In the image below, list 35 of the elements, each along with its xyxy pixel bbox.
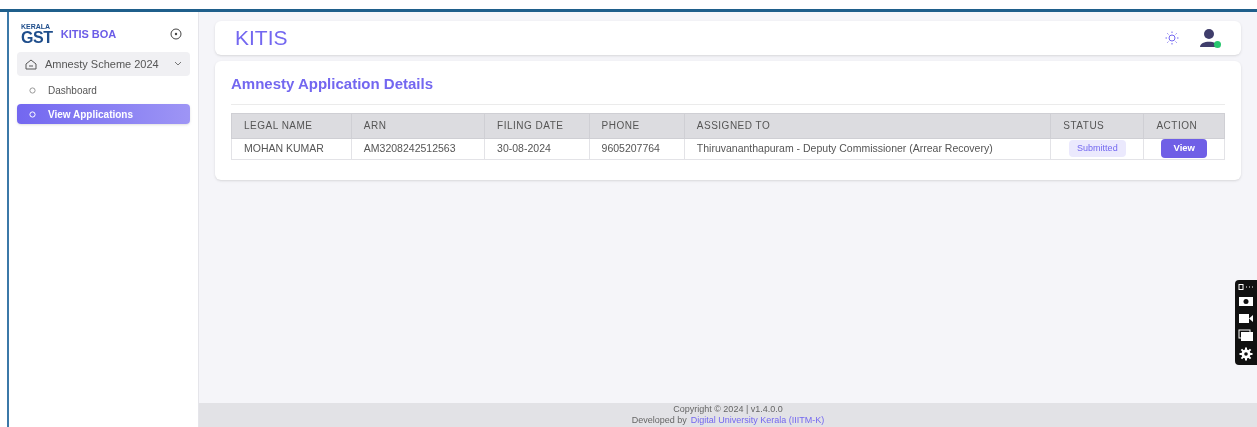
column-header: ACTION: [1143, 113, 1225, 138]
nav-item[interactable]: View Applications: [17, 104, 190, 124]
developed-by-text: Developed by: [631, 415, 687, 426]
settings-icon[interactable]: [1239, 347, 1253, 361]
circle-icon: [29, 86, 36, 94]
column-header: PHONE: [589, 113, 685, 138]
view-button[interactable]: View: [1161, 139, 1207, 158]
pin-icon[interactable]: [1238, 284, 1254, 290]
table-cell: 9605207764: [601, 141, 660, 154]
table-cell: MOHAN KUMAR: [244, 141, 324, 154]
windows-icon[interactable]: [1238, 329, 1254, 342]
status-badge: Submitted: [1069, 139, 1126, 158]
menu-group[interactable]: Amnesty Scheme 2024: [17, 52, 190, 76]
page-title: KITIS: [235, 25, 288, 52]
column-header: ASSIGNED TO: [684, 113, 1051, 138]
user-avatar[interactable]: [1199, 28, 1221, 48]
column-header: FILING DATE: [484, 113, 590, 138]
sun-icon[interactable]: [1165, 31, 1179, 45]
card-title: Amnesty Application Details: [231, 73, 1225, 105]
nav-item[interactable]: Dashboard: [17, 80, 190, 100]
video-icon[interactable]: [1238, 312, 1254, 324]
copyright-text: Copyright © 2024 | v1.4.0.0: [673, 404, 783, 415]
column-header: LEGAL NAME: [231, 113, 352, 138]
camera-icon[interactable]: [1238, 295, 1254, 307]
toggle-icon[interactable]: [170, 28, 182, 40]
circle-icon: [29, 110, 36, 118]
developer-link[interactable]: Digital University Kerala (IIITM-K): [690, 415, 825, 426]
home-icon: [25, 58, 37, 70]
column-header: STATUS: [1050, 113, 1144, 138]
chevron-icon: [174, 61, 182, 67]
app-name: KITIS BOA: [60, 26, 117, 42]
column-header: ARN: [351, 113, 485, 138]
table-cell: 30-08-2024: [497, 141, 551, 154]
table-cell: AM3208242512563: [363, 141, 456, 154]
table-cell: Thiruvananthapuram - Deputy Commissioner (Arrear Recovery): [696, 141, 993, 154]
